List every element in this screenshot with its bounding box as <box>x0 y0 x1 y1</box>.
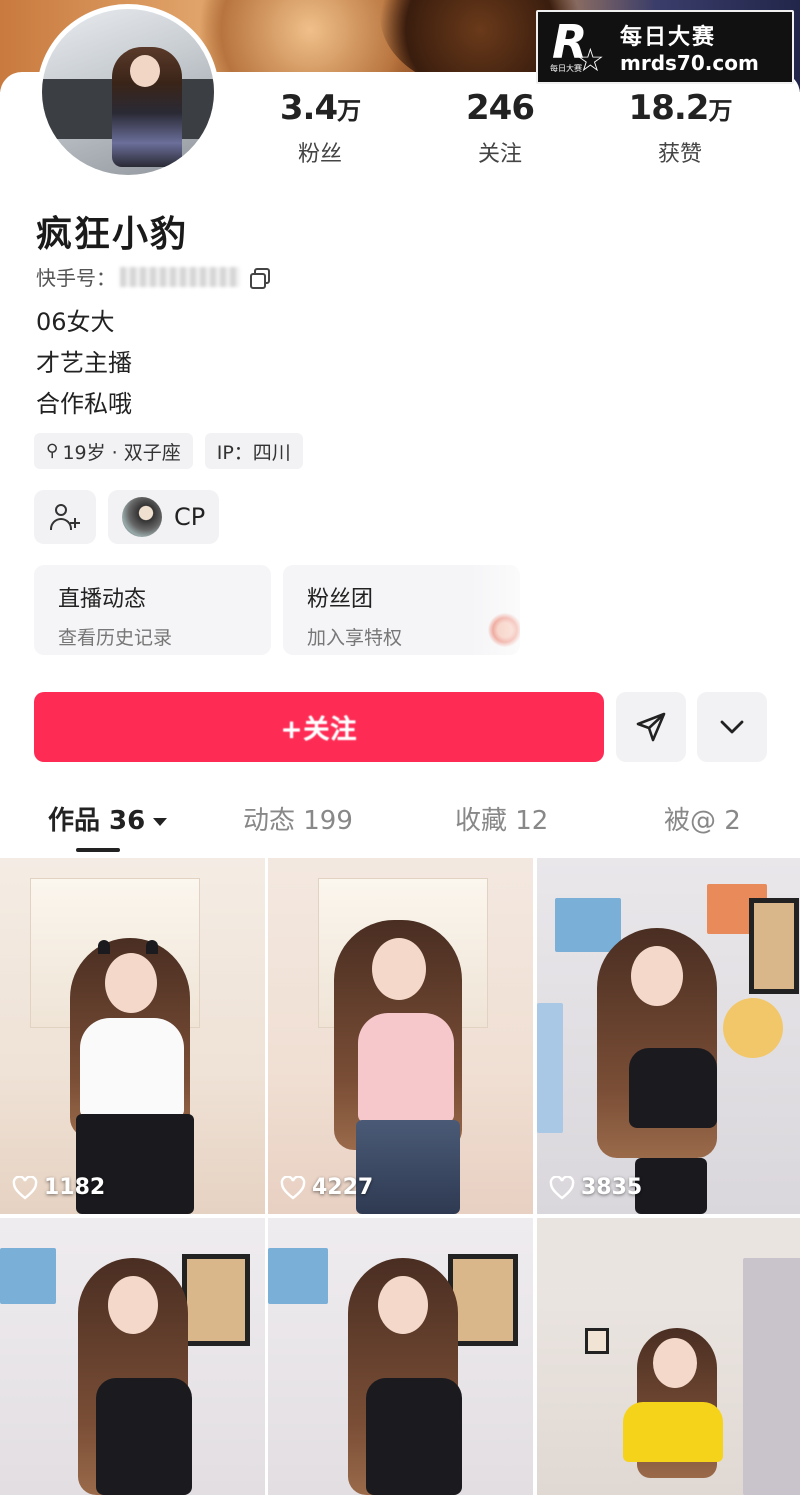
age-tag: ⚲ 19岁 · 双子座 <box>34 433 193 469</box>
video-thumbnail[interactable]: 1182 <box>0 858 265 1214</box>
watermark-logo: R ☆ 每日大赛 <box>550 15 605 79</box>
profile-name: 疯狂小豹 <box>36 214 189 255</box>
tab-mentions[interactable]: 被@ 2 <box>664 800 741 837</box>
bio-line: 合作私哦 <box>36 390 132 418</box>
profile-tags: ⚲ 19岁 · 双子座 IP：四川 <box>34 433 303 469</box>
profile-bio: 06女大 才艺主播 合作私哦 <box>36 302 132 425</box>
stat-label: 粉丝 <box>297 142 342 167</box>
follow-button[interactable]: +关注 <box>34 692 604 762</box>
panel-subtitle: 加入享特权 <box>307 627 403 649</box>
share-button[interactable] <box>616 692 686 762</box>
video-thumbnail[interactable] <box>537 1218 800 1495</box>
tab-moments[interactable]: 动态 199 <box>243 800 353 837</box>
stat-likes[interactable]: 18.2万 获赞 <box>590 88 770 168</box>
ip-tag: IP：四川 <box>204 433 303 469</box>
kuaishou-id-redacted <box>120 266 240 287</box>
like-count: 3835 <box>549 1175 642 1200</box>
caret-down-icon <box>153 817 168 826</box>
stat-fans[interactable]: 3.4万 粉丝 <box>230 88 410 168</box>
bio-line: 06女大 <box>36 308 115 336</box>
video-thumbnail[interactable] <box>268 1218 533 1495</box>
heart-outline-icon <box>549 1175 575 1200</box>
stat-label: 关注 <box>477 142 522 167</box>
heart-outline-icon <box>280 1175 306 1200</box>
like-count: 4227 <box>280 1175 373 1200</box>
stat-following[interactable]: 246 关注 <box>410 88 590 168</box>
panel-subtitle: 查看历史记录 <box>58 627 173 649</box>
like-count: 1182 <box>12 1175 105 1200</box>
panel-title: 粉丝团 <box>307 587 374 612</box>
tab-favorites[interactable]: 收藏 12 <box>455 800 548 837</box>
live-history-panel[interactable]: 直播动态 查看历史记录 <box>34 565 271 655</box>
video-thumbnail[interactable]: 4227 <box>268 858 533 1214</box>
video-thumbnail[interactable]: 3835 <box>537 858 800 1214</box>
cp-chip[interactable]: CP <box>108 490 220 544</box>
video-grid: 1182 4227 3835 <box>0 858 800 1495</box>
more-button[interactable] <box>697 692 767 762</box>
heart-outline-icon <box>12 1175 38 1200</box>
bio-line: 才艺主播 <box>36 349 132 377</box>
stat-label: 获赞 <box>657 142 702 167</box>
kuaishou-id-label: 快手号： <box>36 266 116 290</box>
copy-icon[interactable] <box>250 267 270 289</box>
watermark: R ☆ 每日大赛 每日大赛 mrds70.com <box>536 10 794 84</box>
watermark-title: 每日大赛 <box>620 25 717 50</box>
avatar[interactable] <box>37 4 219 180</box>
watermark-url: mrds70.com <box>620 51 759 75</box>
add-friend-button[interactable] <box>34 490 96 544</box>
video-thumbnail[interactable] <box>0 1218 265 1495</box>
user-plus-icon <box>50 502 80 532</box>
cp-avatar <box>122 497 162 537</box>
profile-chips: CP <box>34 490 220 544</box>
panel-title: 直播动态 <box>58 587 147 612</box>
profile-stats: 3.4万 粉丝 246 关注 18.2万 获赞 <box>230 88 790 168</box>
paper-plane-icon <box>636 712 666 742</box>
kuaishou-id: 快手号： <box>36 262 270 291</box>
active-tab-indicator <box>76 848 120 852</box>
chevron-down-icon <box>720 720 744 734</box>
tab-works[interactable]: 作品 36 <box>48 800 168 837</box>
cp-label: CP <box>174 503 206 531</box>
feature-panels: 直播动态 查看历史记录 粉丝团 加入享特权 <box>34 565 520 655</box>
location-pin-icon: ⚲ <box>46 441 59 461</box>
content-tabs: 作品 36 动态 199 收藏 12 被@ 2 <box>0 800 800 856</box>
panel-fade <box>470 565 550 655</box>
